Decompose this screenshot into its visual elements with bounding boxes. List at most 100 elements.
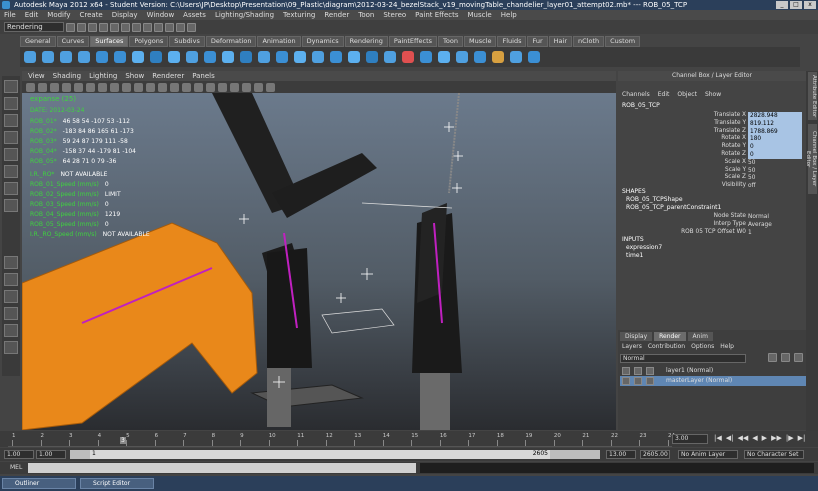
channel-row[interactable]: Scale Z 50 bbox=[618, 174, 806, 182]
anim-layer-dropdown[interactable]: No Anim Layer bbox=[678, 450, 738, 459]
range-slider-knob[interactable]: 1 2605 bbox=[90, 450, 550, 459]
channel-row[interactable]: Translate Z 1788.869 bbox=[618, 127, 806, 136]
panel-menu-panels[interactable]: Panels bbox=[192, 71, 215, 81]
constraint-row[interactable]: Node State Normal bbox=[618, 213, 806, 221]
save-scene-icon[interactable] bbox=[88, 22, 97, 32]
shelf-tool-icon[interactable] bbox=[222, 51, 234, 63]
playback-button[interactable]: |◀ bbox=[714, 434, 722, 442]
film-gate-icon[interactable] bbox=[86, 82, 95, 92]
shelf-tool-icon[interactable] bbox=[348, 51, 360, 63]
menu-muscle[interactable]: Muscle bbox=[468, 10, 492, 20]
shelf-tool-icon[interactable] bbox=[114, 51, 126, 63]
safe-title-icon[interactable] bbox=[146, 82, 155, 92]
select-object-icon[interactable] bbox=[110, 22, 119, 32]
channel-menu-channels[interactable]: Channels bbox=[622, 90, 650, 100]
shelf-tool-icon[interactable] bbox=[60, 51, 72, 63]
current-frame-field[interactable]: 3.00 bbox=[672, 434, 708, 444]
layer-recycle-icon[interactable] bbox=[634, 377, 642, 385]
shelf-tool-icon[interactable] bbox=[330, 51, 342, 63]
wireframe-icon[interactable] bbox=[158, 82, 167, 92]
character-set-dropdown[interactable]: No Character Set bbox=[744, 450, 804, 459]
layer-menu-layers[interactable]: Layers bbox=[622, 343, 642, 350]
bookmark-icon[interactable] bbox=[50, 82, 59, 92]
shelf-tab-fur[interactable]: Fur bbox=[527, 36, 548, 47]
shelf-tab-animation[interactable]: Animation bbox=[257, 36, 301, 47]
layer-row[interactable]: masterLayer (Normal) bbox=[620, 376, 806, 386]
shelf-tab-curves[interactable]: Curves bbox=[56, 36, 90, 47]
channel-row[interactable]: Visibility off bbox=[618, 182, 806, 190]
shelf-tool-icon[interactable] bbox=[366, 51, 378, 63]
layout-single-icon[interactable] bbox=[4, 256, 18, 269]
layer-render-toggle-icon[interactable] bbox=[622, 367, 630, 375]
input-item[interactable]: expression7 bbox=[626, 244, 662, 251]
channel-menu-edit[interactable]: Edit bbox=[658, 90, 670, 100]
shelf-tab-painteffects[interactable]: PaintEffects bbox=[388, 36, 438, 47]
menu-display[interactable]: Display bbox=[112, 10, 138, 20]
shelf-tab-polygons[interactable]: Polygons bbox=[129, 36, 169, 47]
snap-grid-icon[interactable] bbox=[132, 22, 141, 32]
render-settings-icon[interactable] bbox=[794, 353, 803, 362]
shelf-tab-surfaces[interactable]: Surfaces bbox=[90, 36, 129, 47]
layer-settings-icon[interactable] bbox=[646, 377, 654, 385]
channel-value[interactable]: 50 bbox=[748, 167, 802, 175]
shelf-tool-icon[interactable] bbox=[402, 51, 414, 63]
channel-menu-show[interactable]: Show bbox=[705, 90, 721, 100]
current-time-marker[interactable]: 3 bbox=[120, 437, 126, 444]
constraint-row[interactable]: ROB 05 TCP Offset W0 1 bbox=[618, 229, 806, 237]
menu-edit[interactable]: Edit bbox=[25, 10, 39, 20]
playback-start-field[interactable]: 1.00 bbox=[36, 450, 66, 459]
menu-modify[interactable]: Modify bbox=[47, 10, 70, 20]
menu-window[interactable]: Window bbox=[147, 10, 175, 20]
layer-menu-options[interactable]: Options bbox=[691, 343, 714, 350]
open-scene-icon[interactable] bbox=[77, 22, 86, 32]
channel-row[interactable]: Translate Y 819.112 bbox=[618, 119, 806, 128]
menu-stereo[interactable]: Stereo bbox=[383, 10, 406, 20]
playback-button[interactable]: ◀| bbox=[726, 434, 734, 442]
shelf-tab-general[interactable]: General bbox=[20, 36, 56, 47]
rotate-tool-icon[interactable] bbox=[4, 148, 18, 161]
layer-settings-icon[interactable] bbox=[646, 367, 654, 375]
viewport-3d[interactable]: expanse (25) DATE: 2012-03-24 ROB_01* 46 … bbox=[22, 93, 616, 430]
layer-tab-render[interactable]: Render bbox=[654, 332, 686, 341]
shelf-tool-icon[interactable] bbox=[96, 51, 108, 63]
shelf-tool-icon[interactable] bbox=[510, 51, 522, 63]
layer-menu-contribution[interactable]: Contribution bbox=[648, 343, 685, 350]
shadows-icon[interactable] bbox=[218, 82, 227, 92]
xray-icon[interactable] bbox=[242, 82, 251, 92]
shelf-tool-icon[interactable] bbox=[438, 51, 450, 63]
shelf-tab-subdivs[interactable]: Subdivs bbox=[169, 36, 205, 47]
playback-button[interactable]: ▶▶ bbox=[771, 434, 782, 442]
camera-attrs-icon[interactable] bbox=[38, 82, 47, 92]
manipulator-icon[interactable] bbox=[4, 182, 18, 195]
menu-help[interactable]: Help bbox=[501, 10, 517, 20]
playback-button[interactable]: ◀ bbox=[752, 434, 757, 442]
render-icon[interactable] bbox=[165, 22, 174, 32]
shelf-tool-icon[interactable] bbox=[168, 51, 180, 63]
shelf-tool-icon[interactable] bbox=[186, 51, 198, 63]
snap-curve-icon[interactable] bbox=[143, 22, 152, 32]
render-settings-icon[interactable] bbox=[187, 22, 196, 32]
shelf-tool-icon[interactable] bbox=[240, 51, 252, 63]
channel-value[interactable]: off bbox=[748, 182, 802, 190]
shelf-tab-ncloth[interactable]: nCloth bbox=[573, 36, 605, 47]
layer-mode-dropdown[interactable]: Normal bbox=[620, 354, 746, 363]
shelf-tool-icon[interactable] bbox=[24, 51, 36, 63]
shelf-tab-toon[interactable]: Toon bbox=[438, 36, 463, 47]
channel-row[interactable]: Scale Y 50 bbox=[618, 167, 806, 175]
constraint-value[interactable]: 1 bbox=[748, 229, 802, 237]
lasso-tool-icon[interactable] bbox=[4, 97, 18, 110]
playback-end-field[interactable]: 13.00 bbox=[606, 450, 636, 459]
taskbar-outliner[interactable]: Outliner bbox=[2, 478, 76, 489]
resolution-gate-icon[interactable] bbox=[98, 82, 107, 92]
panel-menu-view[interactable]: View bbox=[28, 71, 45, 81]
select-hierarchy-icon[interactable] bbox=[99, 22, 108, 32]
layout-hypershade-icon[interactable] bbox=[4, 341, 18, 354]
time-slider[interactable]: 1234567891011121314151617181920212223243… bbox=[0, 431, 818, 447]
playback-button[interactable]: |▶ bbox=[786, 434, 794, 442]
menu-texturing[interactable]: Texturing bbox=[283, 10, 315, 20]
playback-button[interactable]: ▶ bbox=[762, 434, 767, 442]
menu-assets[interactable]: Assets bbox=[183, 10, 206, 20]
channel-value[interactable]: 0 bbox=[748, 143, 802, 152]
shelf-tab-muscle[interactable]: Muscle bbox=[463, 36, 497, 47]
shelf-tool-icon[interactable] bbox=[276, 51, 288, 63]
